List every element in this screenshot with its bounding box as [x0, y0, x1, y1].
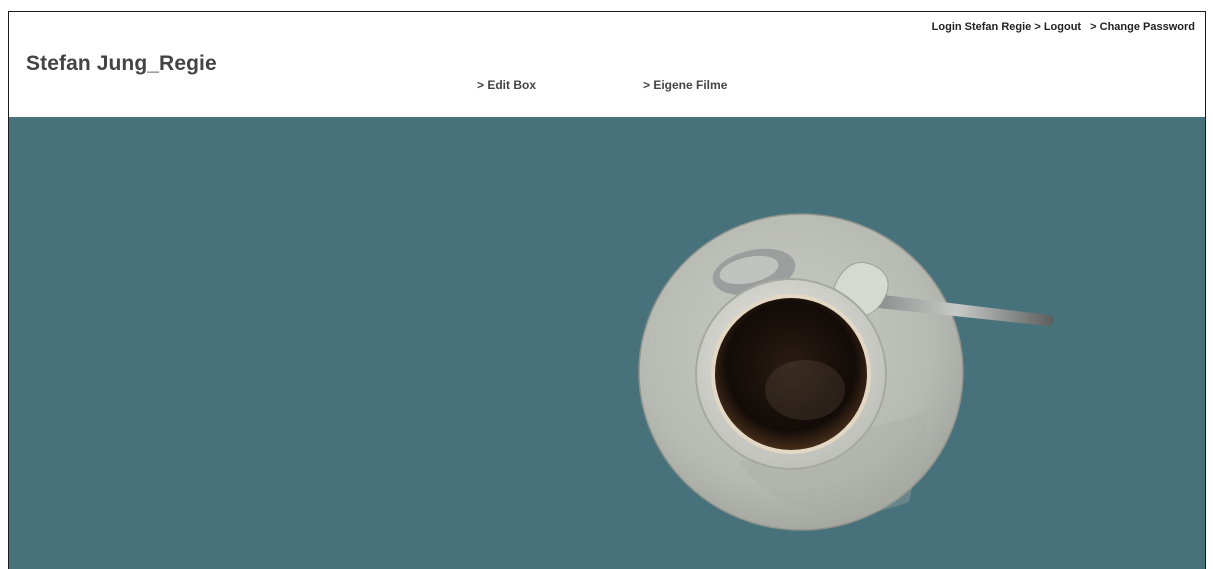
- page-frame: Stefan Jung_Regie > Edit Box > Eigene Fi…: [8, 11, 1206, 569]
- change-password-link[interactable]: > Change Password: [1090, 21, 1195, 33]
- content-stage: [9, 117, 1205, 569]
- site-title: Stefan Jung_Regie: [26, 52, 217, 75]
- login-status: Login Stefan Regie: [931, 21, 1032, 33]
- coffee-cup-image: [638, 213, 1054, 531]
- logout-link[interactable]: > Logout: [1034, 21, 1081, 33]
- nav-edit-box-link[interactable]: > Edit Box: [477, 78, 536, 92]
- account-bar: Login Stefan Regie > Logout > Change Pas…: [932, 21, 1195, 33]
- header: Stefan Jung_Regie > Edit Box > Eigene Fi…: [9, 12, 1205, 117]
- nav-eigene-filme-link[interactable]: > Eigene Filme: [643, 78, 727, 92]
